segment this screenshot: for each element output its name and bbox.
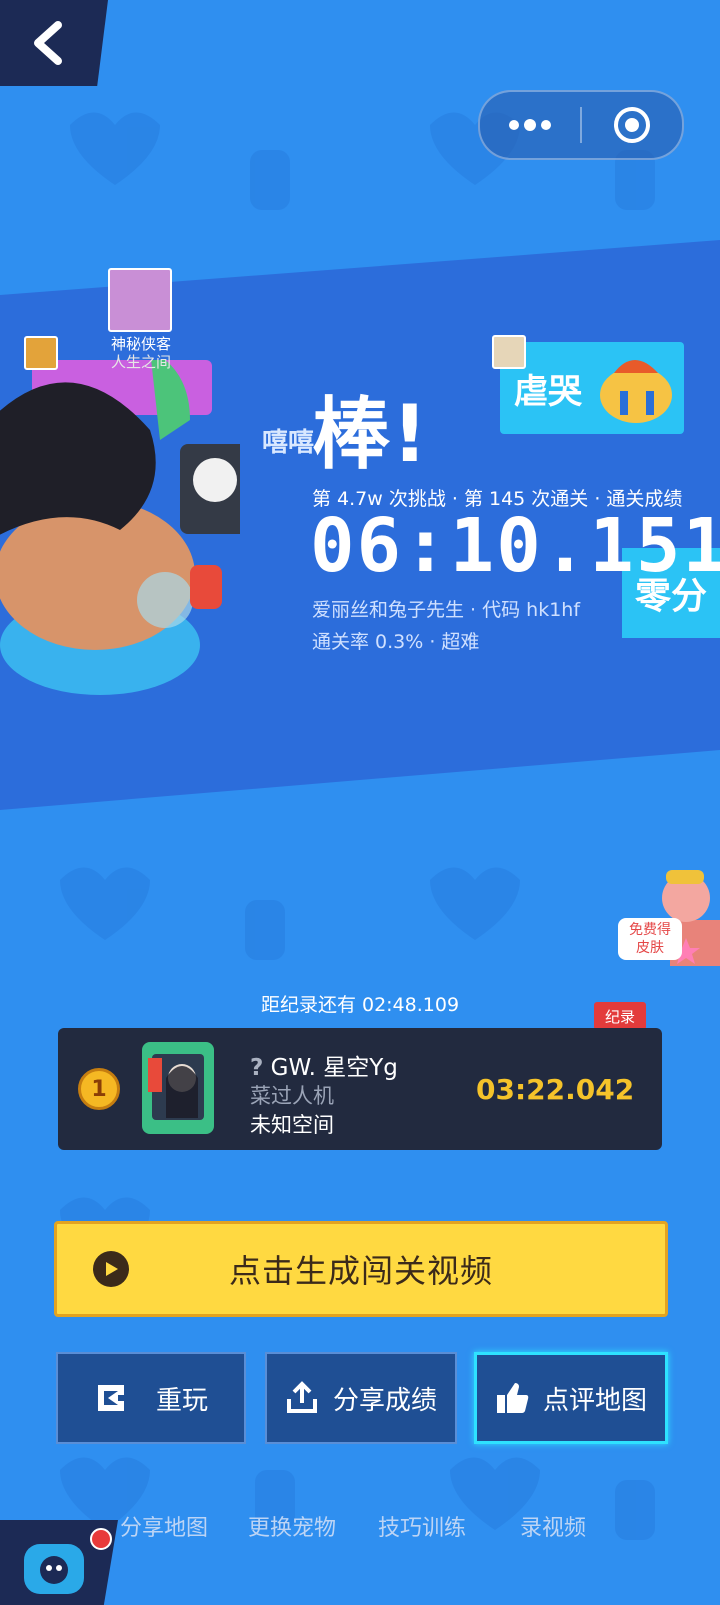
unknown-mark: ? xyxy=(250,1055,264,1081)
record-flag: 纪录 xyxy=(594,1002,646,1030)
replay-icon xyxy=(97,1385,124,1411)
pass-rate: 通关率 0.3% · 超难 xyxy=(312,631,480,653)
more-button[interactable] xyxy=(480,92,580,158)
record-holder-title: 菜过人机 xyxy=(250,1084,334,1108)
free-skin-button[interactable]: 免费得 皮肤 xyxy=(618,918,682,960)
clear-time: 06:10.151 xyxy=(310,503,720,589)
notification-dot xyxy=(90,1528,112,1550)
nav-skill-training[interactable]: 技巧训练 xyxy=(378,1510,466,1542)
cry-sticker: 虐哭 xyxy=(500,342,684,434)
generate-video-label: 点击生成闯关视频 xyxy=(228,1252,493,1290)
thumbs-up-icon xyxy=(496,1383,529,1413)
rank-medal-icon: 1 xyxy=(78,1068,120,1110)
record-holder-name: ? GW. 星空Yg xyxy=(250,1048,398,1082)
nav-record-video[interactable]: 录视频 xyxy=(520,1510,586,1542)
mystery-player-name: 神秘侠客 xyxy=(110,335,171,353)
play-icon xyxy=(93,1251,129,1287)
player-avatar-2 xyxy=(24,336,58,370)
mystery-player-sub: 人生之间 xyxy=(110,353,171,371)
player-avatar-1 xyxy=(108,268,172,332)
nav-share-map[interactable]: 分享地图 xyxy=(120,1510,208,1542)
crying-face-icon xyxy=(600,360,672,423)
replay-button[interactable]: 重玩 xyxy=(56,1352,246,1444)
generate-video-button[interactable]: 点击生成闯关视频 xyxy=(54,1221,668,1317)
target-circle-icon xyxy=(614,107,650,143)
record-time: 03:22.042 xyxy=(476,1073,635,1106)
more-dots-icon xyxy=(509,119,551,131)
close-button[interactable] xyxy=(582,92,682,158)
record-card[interactable]: 1 ? GW. 星空Yg 菜过人机 未知空间 03:22.042 xyxy=(58,1028,662,1150)
badge-avatar xyxy=(492,335,526,369)
review-map-button[interactable]: 点评地图 xyxy=(474,1352,668,1444)
back-button[interactable] xyxy=(0,0,108,86)
record-holder-name-text: GW. 星空Yg xyxy=(270,1055,398,1081)
map-info: 爱丽丝和兔子先生 · 代码 hk1hf xyxy=(312,599,581,621)
avatar-portrait-icon xyxy=(148,1054,204,1120)
cry-sticker-label: 虐哭 xyxy=(514,371,582,412)
record-holder-avatar xyxy=(142,1042,214,1134)
replay-label: 重玩 xyxy=(155,1385,208,1416)
pet-robot-icon xyxy=(24,1544,84,1594)
laugh-text: 嘻嘻 xyxy=(262,428,315,458)
share-result-button[interactable]: 分享成绩 xyxy=(265,1352,457,1444)
character-illustration xyxy=(0,360,240,695)
review-map-label: 点评地图 xyxy=(542,1385,647,1416)
mini-program-capsule xyxy=(478,90,684,160)
result-title: 棒! xyxy=(312,390,430,480)
share-result-label: 分享成绩 xyxy=(332,1385,437,1416)
chevron-left-icon xyxy=(34,21,62,65)
share-upload-icon xyxy=(286,1381,317,1413)
record-holder-location: 未知空间 xyxy=(250,1113,334,1137)
nav-change-pet[interactable]: 更换宠物 xyxy=(248,1510,336,1542)
